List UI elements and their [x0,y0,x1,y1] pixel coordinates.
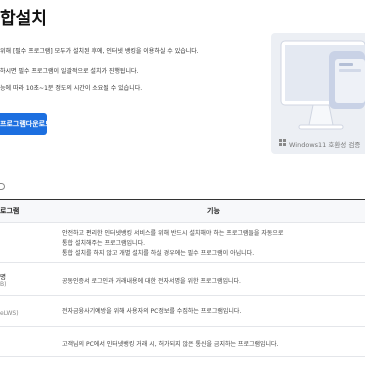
table-row-divider [0,356,365,357]
description-line-2: 하시면 필수 프로그램이 일괄적으로 설치가 진행됩니다. [0,68,139,75]
monitor-illustration [280,40,365,130]
table-row-divider [0,222,365,223]
table-row-3-sub: eLWS) [0,310,19,317]
table-row-2-sub: B) [0,281,7,288]
table-row-divider [0,262,365,263]
description-line-3: 능에 따라 10초~1분 정도의 시간이 소요될 수 있습니다. [0,85,143,92]
table-header-program: 로그램 [0,207,20,215]
table-top-border [0,199,365,200]
table-row-divider [0,326,365,327]
windows-icon [279,139,286,146]
table-row-1-function-line-3: 통합 설치를 하지 않고 개별 설치를 하실 경우에는 필수 프로그램이 아닙니… [62,250,255,257]
windows11-compat-label: Windows11 호환성 검증 [289,141,361,149]
description-line-1: 위해 [필수 프로그램] 모두가 설치된 후에, 인터넷 뱅킹을 이용하실 수 … [0,48,199,55]
info-icon [0,183,5,190]
table-row-1-function-line-1: 안전하고 편리한 인터넷뱅킹 서비스를 위해 반드시 설치해야 하는 프로그램들… [62,230,284,237]
table-row-2-function: 공동인증서 로그인과 거래내용에 대한 전자서명을 위한 프로그램입니다. [62,278,241,285]
table-header-function: 기능 [207,207,220,215]
table-row-4-function: 고객님의 PC에서 인터넷뱅킹 거래 시, 허가되지 않은 통신을 금지하는 프… [62,341,279,348]
page-title: 합설치 [0,9,47,29]
table-header-background [0,200,365,222]
program-download-button[interactable]: 프로그램다운로드 [0,113,47,135]
table-row-2-name: 명 [0,273,6,281]
table-row-divider [0,295,365,296]
table-row-3-function: 전자금융사기예방을 위해 사용자의 PC정보를 수집하는 프로그램입니다. [62,308,242,315]
hero-illustration-panel [271,33,365,154]
table-row-1-function-line-2: 통합 설치해주는 프로그램입니다. [62,240,146,247]
